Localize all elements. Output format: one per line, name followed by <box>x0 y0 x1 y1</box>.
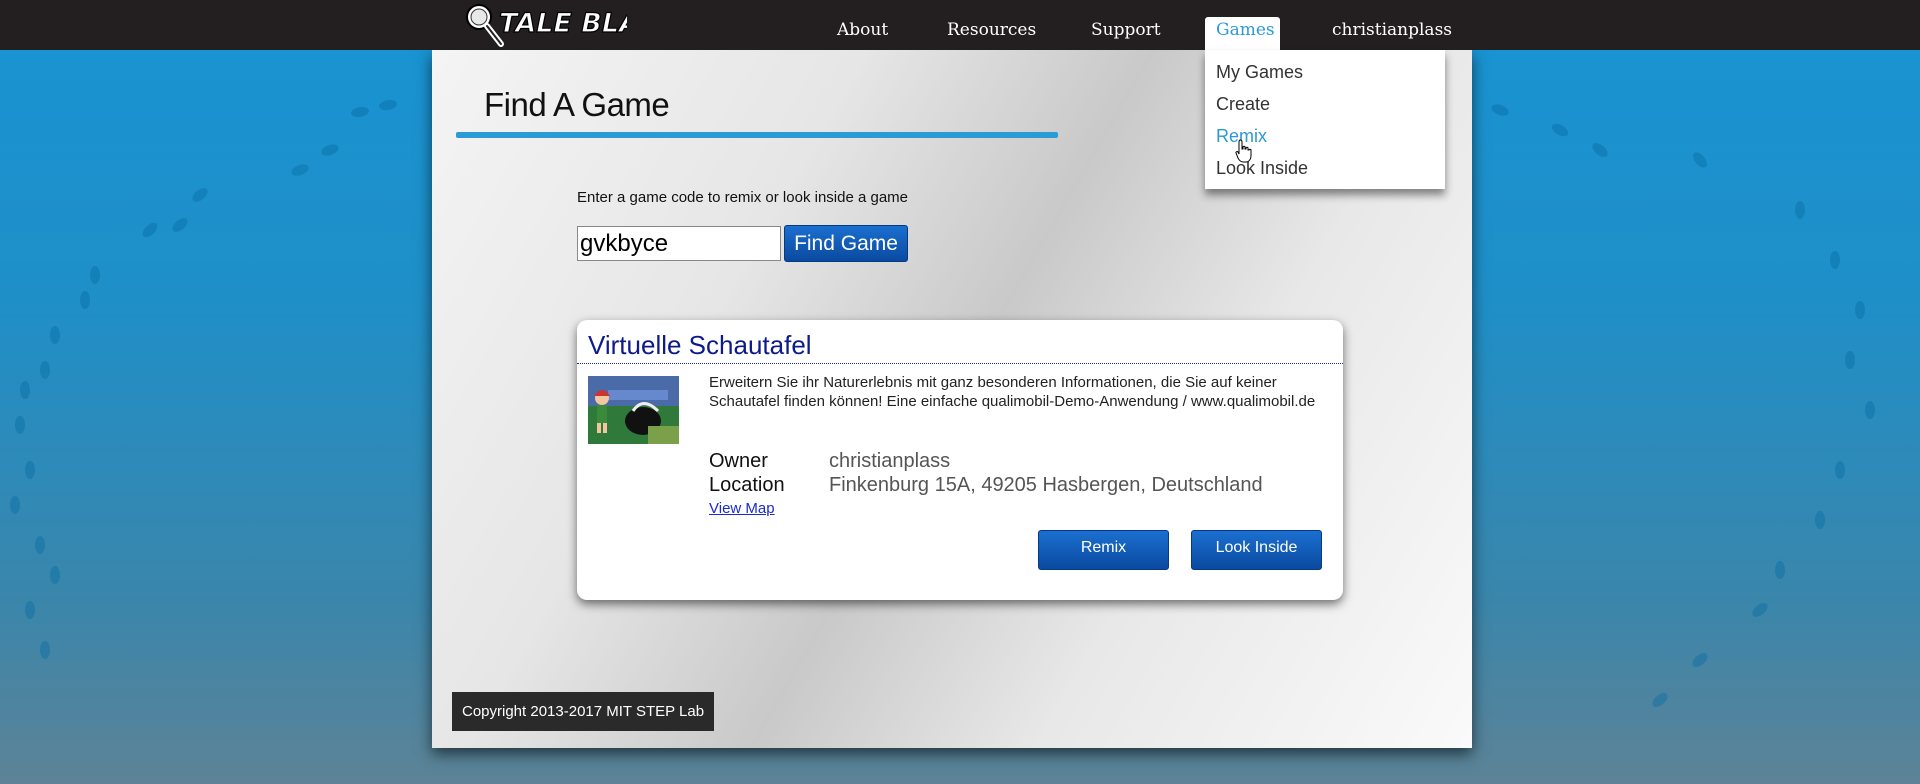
games-dropdown-menu: My Games Create Remix Look Inside <box>1205 50 1445 189</box>
nav-support[interactable]: Support <box>1080 17 1172 51</box>
taleblazer-logo[interactable]: TALE BLAZER <box>457 0 627 50</box>
nav-games[interactable]: Games <box>1205 17 1280 51</box>
menu-item-create[interactable]: Create <box>1216 94 1270 115</box>
owner-value: christianplass <box>829 450 951 472</box>
game-code-input[interactable] <box>577 226 781 261</box>
owner-label: Owner <box>709 450 768 472</box>
menu-item-my-games[interactable]: My Games <box>1216 62 1303 83</box>
menu-item-look-inside[interactable]: Look Inside <box>1216 158 1308 179</box>
card-divider <box>577 363 1343 364</box>
location-label: Location <box>709 474 785 496</box>
hand-cursor-icon <box>1235 139 1252 163</box>
footer-copyright: Copyright 2013-2017 MIT STEP Lab <box>452 692 715 731</box>
game-thumbnail[interactable] <box>588 376 679 444</box>
title-underline <box>456 132 1058 138</box>
top-navbar: TALE BLAZER About Resources Support Game… <box>0 0 1920 51</box>
game-code-prompt: Enter a game code to remix or look insid… <box>577 189 909 206</box>
find-game-button[interactable]: Find Game <box>784 225 908 262</box>
location-value: Finkenburg 15A, 49205 Hasbergen, Deutsch… <box>829 474 1263 496</box>
page-title: Find A Game <box>484 86 670 123</box>
view-map-link[interactable]: View Map <box>709 500 775 517</box>
nav-about[interactable]: About <box>826 17 899 51</box>
game-result-card: Virtuelle Schautafel Erweitern Sie ihr N… <box>577 320 1343 600</box>
nav-resources[interactable]: Resources <box>936 17 1047 51</box>
game-description: Erweitern Sie ihr Naturerlebnis mit ganz… <box>709 374 1316 410</box>
svg-text:TALE BLAZER: TALE BLAZER <box>499 8 627 39</box>
game-title[interactable]: Virtuelle Schautafel <box>588 330 812 361</box>
nav-user-account[interactable]: christianplass <box>1321 17 1463 51</box>
look-inside-button[interactable]: Look Inside <box>1191 530 1322 570</box>
remix-button[interactable]: Remix <box>1038 530 1169 570</box>
